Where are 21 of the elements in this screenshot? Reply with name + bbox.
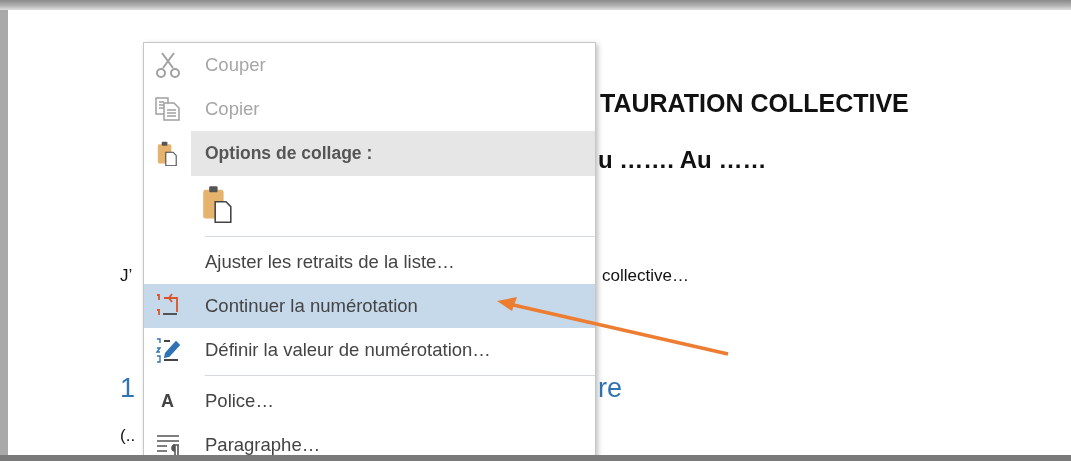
paste-icon: [202, 185, 234, 224]
menu-item[interactable]: Définir la valeur de numérotation…: [144, 328, 595, 372]
paste-option-button[interactable]: [202, 185, 234, 224]
document-title: TAURATION COLLECTIVE: [600, 88, 909, 118]
document-text: J’: [120, 266, 133, 286]
menu-section-header: Options de collage :: [191, 131, 595, 176]
menu-item[interactable]: Continuer la numérotation: [144, 284, 595, 328]
paste-icon: [157, 140, 178, 167]
menu-item[interactable]: Ajuster les retraits de la liste…: [144, 240, 595, 284]
scissors-icon: [154, 51, 181, 79]
paragraph-icon: [154, 433, 181, 455]
document-text: collective…: [602, 266, 689, 286]
font-icon: A: [161, 390, 174, 412]
copy-icon: [154, 97, 181, 121]
document-text: (..: [120, 426, 136, 446]
menu-item[interactable]: A Police…: [144, 379, 595, 423]
document-subtitle: u ……. Au ……: [598, 146, 767, 174]
numbering-value-icon: [153, 336, 182, 364]
menu-item[interactable]: Paragraphe…: [144, 423, 595, 455]
heading-number: 1: [120, 372, 136, 404]
document-heading: re: [598, 372, 622, 404]
